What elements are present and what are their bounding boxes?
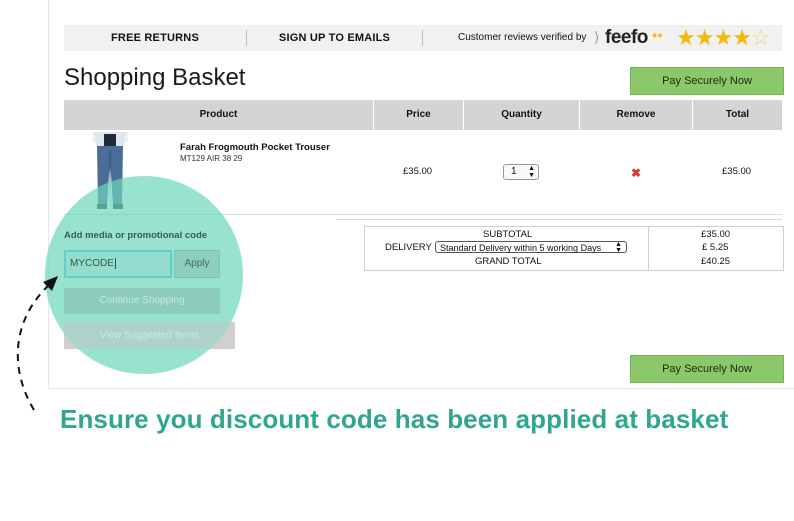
divider [422,30,423,46]
info-bar: FREE RETURNS SIGN UP TO EMAILS Customer … [64,25,782,51]
feefo-logo[interactable]: feefo [605,27,648,49]
quantity-select[interactable]: 1 ▲ ▼ [503,164,539,180]
product-price: £35.00 [403,166,433,177]
product-code: MT129 AIR 38 29 [180,154,243,163]
stepper-arrows-icon: ▲ ▼ [528,165,535,179]
sign-up-emails-link[interactable]: SIGN UP TO EMAILS [247,25,422,51]
subtotal-value: £35.00 [701,229,731,240]
delivery-value: £ 5.25 [702,242,729,253]
rating-stars-icon: ★★★★☆ [676,25,771,50]
apply-button[interactable]: Apply [174,250,220,278]
quantity-value: 1 [511,166,517,177]
text-cursor [114,258,116,269]
select-arrows-icon: ▲ ▼ [615,241,622,254]
header-quantity: Quantity [501,109,542,120]
header-remove: Remove [616,109,656,120]
pay-securely-button-top[interactable]: Pay Securely Now [630,67,784,95]
header-price: Price [406,109,431,120]
reviews-text: Customer reviews verified by [458,32,587,43]
grand-total-value: £40.25 [701,256,731,267]
delivery-select[interactable]: Standard Delivery within 5 working Days … [435,241,627,254]
product-total: £35.00 [722,166,752,177]
product-name[interactable]: Farah Frogmouth Pocket Trouser [180,142,330,153]
divider [648,227,649,270]
header-product: Product [199,109,238,120]
header-total: Total [725,109,750,120]
pay-securely-button-bottom[interactable]: Pay Securely Now [630,355,784,383]
subtotal-label: SUBTOTAL [483,229,533,240]
feefo-eyes-icon: ●● [652,30,663,40]
grand-total-label: GRAND TOTAL [475,256,542,267]
dashed-arrow-icon [16,276,58,411]
delivery-label: DELIVERY [385,242,432,253]
remove-x-icon[interactable]: ✖ [631,166,641,180]
row-divider [336,219,782,220]
caption-text: Ensure you discount code has been applie… [60,404,729,434]
basket-table-header: Product Price Quantity Remove Total [64,100,782,130]
order-summary: SUBTOTAL DELIVERY Standard Delivery with… [364,226,784,271]
delivery-option: Standard Delivery within 5 working Days [440,243,602,253]
feefo-mark-icon: ⟩ [594,29,600,45]
